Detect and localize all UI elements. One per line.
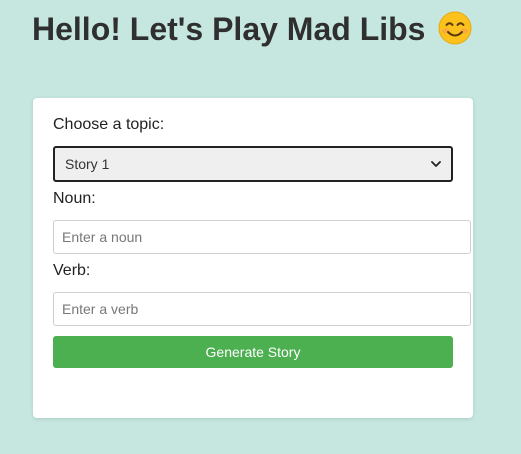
page-title-text: Hello! Let's Play Mad Libs (32, 11, 426, 47)
verb-input[interactable] (53, 292, 471, 326)
noun-label: Noun: (53, 190, 96, 207)
verb-label: Verb: (53, 262, 91, 279)
generate-story-button[interactable]: Generate Story (53, 336, 453, 368)
smiling-face-icon (438, 11, 472, 45)
chevron-down-icon (431, 161, 441, 167)
topic-select-value: Story 1 (65, 156, 110, 172)
topic-select[interactable]: Story 1 (53, 146, 453, 182)
noun-input[interactable] (53, 220, 471, 254)
mad-libs-form-card: Choose a topic: Story 1 Noun: Verb: Gene… (33, 98, 473, 418)
topic-label: Choose a topic: (53, 116, 165, 133)
page-title: Hello! Let's Play Mad Libs (32, 10, 472, 48)
